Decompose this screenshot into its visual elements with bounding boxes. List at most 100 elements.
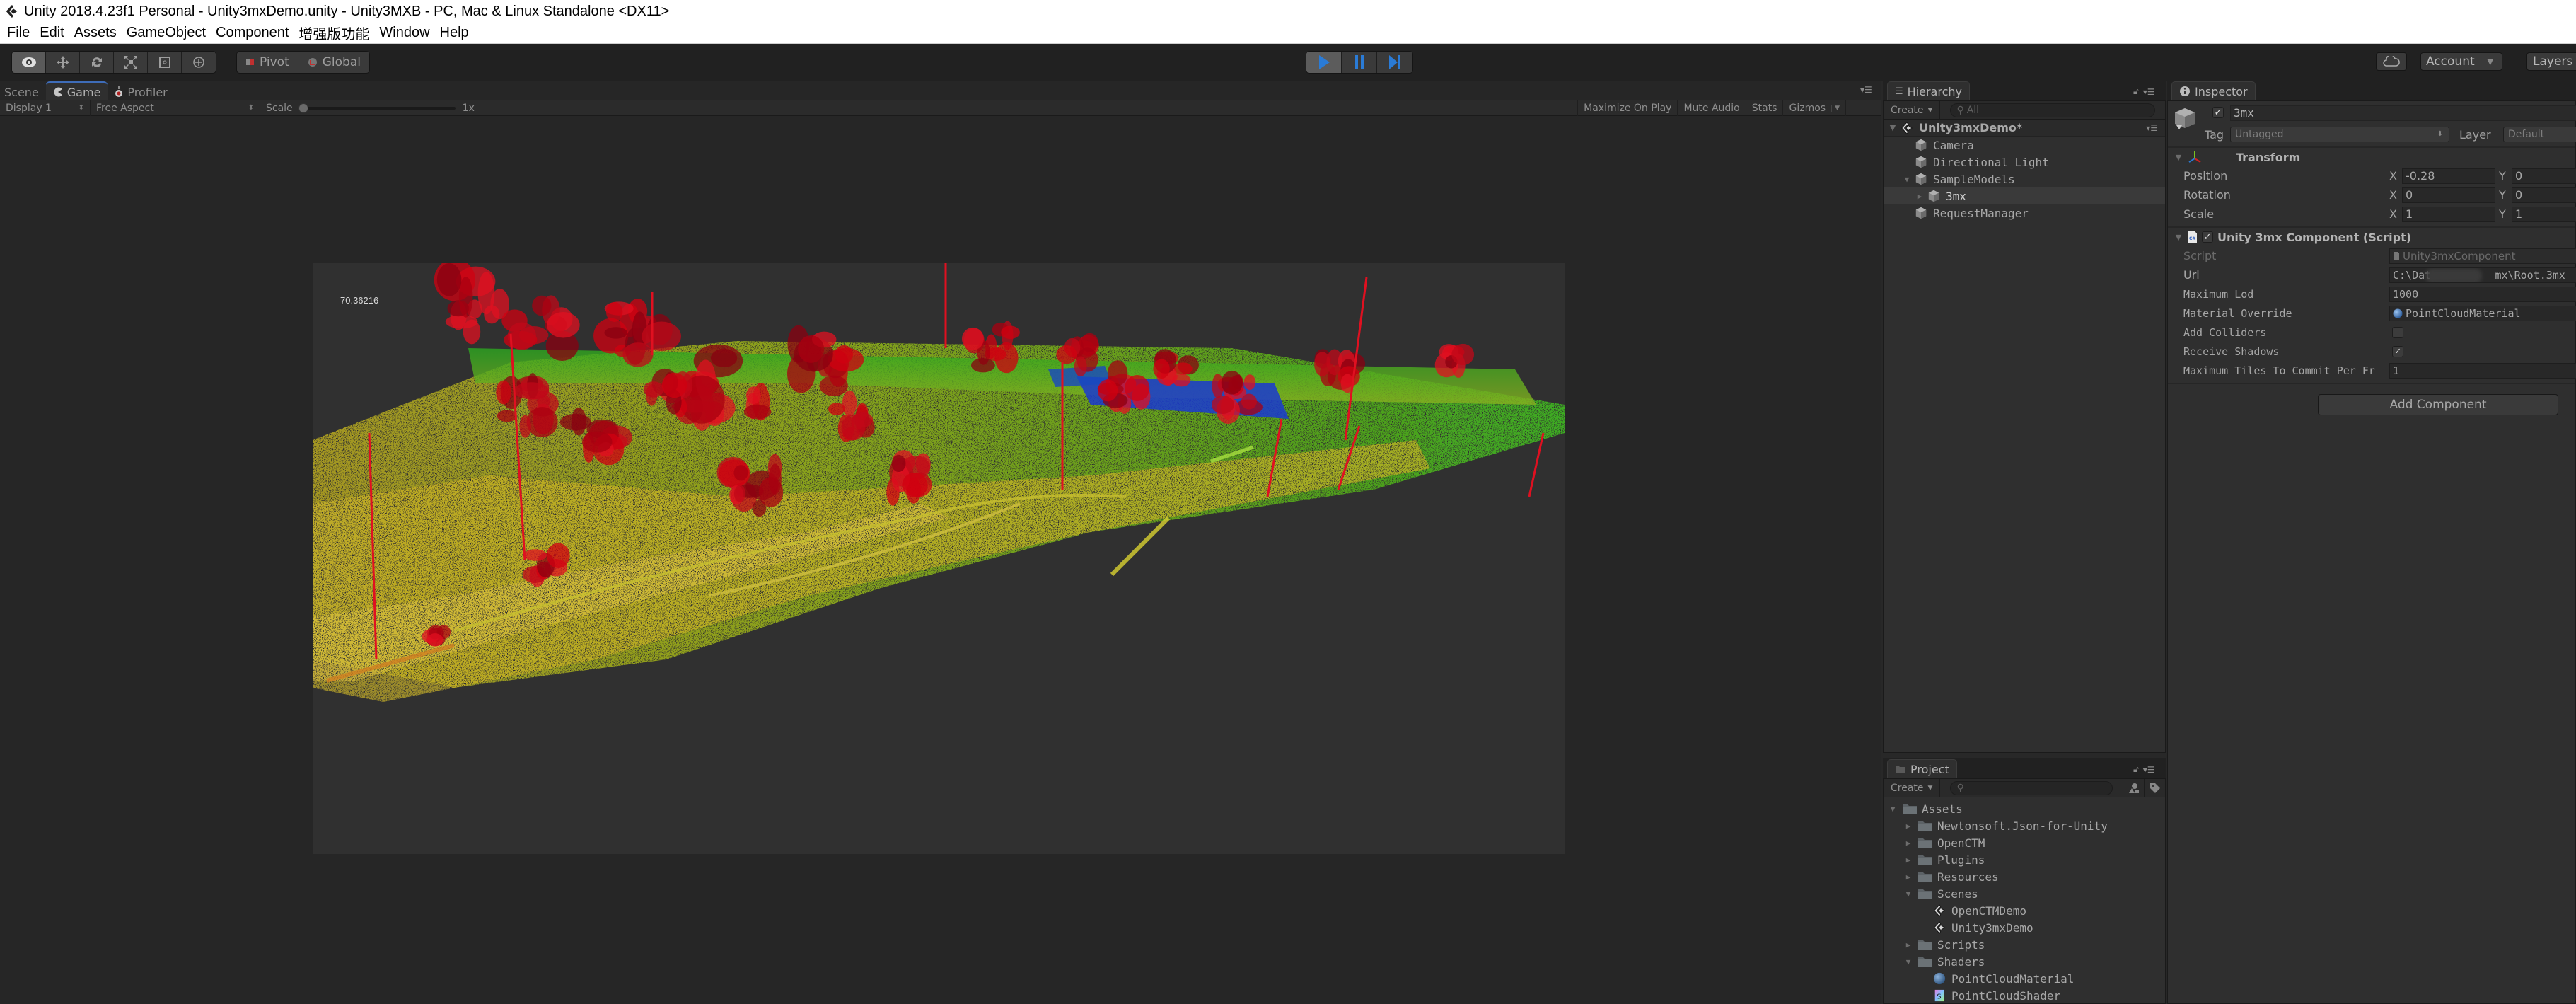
view-tool-button[interactable]: [12, 52, 46, 73]
y-value-input[interactable]: 1: [2512, 206, 2576, 222]
tag-select[interactable]: Untagged ⬍: [2230, 127, 2449, 142]
tab-inspector[interactable]: Inspector: [2171, 81, 2256, 100]
component-enabled-checkbox[interactable]: ✓: [2202, 231, 2213, 243]
panel-menu-icon[interactable]: ▾☰: [2146, 123, 2158, 133]
project-search-input[interactable]: ⚲: [1950, 780, 2113, 795]
expand-triangle-icon[interactable]: ▼: [1903, 889, 1913, 899]
project-item[interactable]: ▼ Scenes: [1884, 885, 2165, 902]
stats-toggle[interactable]: Stats: [1746, 100, 1784, 116]
scale-slider-knob[interactable]: [298, 103, 308, 113]
project-item[interactable]: S PointCloudShader: [1884, 987, 2165, 1004]
maximize-on-play-toggle[interactable]: Maximize On Play: [1577, 100, 1678, 116]
receive-shadows-checkbox[interactable]: ✓: [2392, 345, 2403, 357]
project-create-button[interactable]: Create ▼: [1884, 778, 1941, 797]
y-axis-label[interactable]: Y: [2499, 169, 2509, 183]
menu-window[interactable]: Window: [376, 25, 436, 41]
tab-profiler[interactable]: Profiler: [108, 83, 174, 100]
rect-tool-button[interactable]: [148, 52, 182, 73]
y-value-input[interactable]: 0: [2512, 187, 2576, 203]
expand-triangle-icon[interactable]: ▼: [2174, 153, 2183, 162]
game-render-frame[interactable]: 70.36216: [313, 263, 1565, 854]
gizmos-dropdown[interactable]: Gizmos ▼: [1783, 100, 1846, 116]
game-panel-menu[interactable]: ▾☰: [1860, 85, 1872, 95]
project-item[interactable]: ▼ Assets: [1884, 800, 2165, 817]
play-button[interactable]: [1306, 52, 1342, 73]
project-item[interactable]: ▶ OpenCTM: [1884, 834, 2165, 851]
url-input[interactable]: C:\Dat mx\Root.3mx: [2389, 267, 2576, 283]
menu-gameobject[interactable]: GameObject: [124, 25, 213, 41]
collapse-triangle-icon[interactable]: ▶: [1915, 192, 1925, 201]
menu-enhanced-features[interactable]: 增强版功能: [296, 23, 376, 43]
hierarchy-create-button[interactable]: Create ▼: [1884, 100, 1941, 120]
tab-scene[interactable]: Scene: [0, 83, 46, 100]
collapse-triangle-icon[interactable]: ▶: [1903, 940, 1913, 950]
y-value-input[interactable]: 0: [2512, 168, 2576, 184]
lock-icon[interactable]: 🔓︎: [2133, 86, 2139, 97]
cloud-button[interactable]: [2376, 52, 2407, 71]
max-tiles-input[interactable]: 1: [2389, 362, 2576, 379]
transform-tool-button[interactable]: [182, 52, 216, 73]
expand-triangle-icon[interactable]: ▼: [1888, 123, 1898, 132]
project-item[interactable]: PointCloudMaterial: [1884, 970, 2165, 987]
gameobject-name-input[interactable]: 3mx: [2230, 105, 2576, 121]
project-panel-menu[interactable]: 🔓︎ ▾☰: [2133, 764, 2155, 775]
step-button[interactable]: [1377, 52, 1412, 73]
account-dropdown[interactable]: Account ▼: [2420, 52, 2502, 71]
gameobject-cube-icon[interactable]: [2174, 107, 2196, 131]
gameobject-active-checkbox[interactable]: ✓: [2212, 107, 2224, 118]
collapse-triangle-icon[interactable]: ▶: [1903, 838, 1913, 848]
hierarchy-item[interactable]: ▶ 3mx: [1884, 187, 2165, 204]
y-axis-label[interactable]: Y: [2499, 188, 2509, 202]
script-field[interactable]: Unity3mxComponent: [2389, 248, 2576, 264]
tab-hierarchy[interactable]: ☰ Hierarchy: [1887, 81, 1970, 100]
pause-button[interactable]: [1342, 52, 1377, 73]
project-item[interactable]: ▶ Newtonsoft.Json-for-Unity: [1884, 817, 2165, 834]
project-item[interactable]: ▶ Scripts: [1884, 936, 2165, 953]
add-component-button[interactable]: Add Component: [2318, 394, 2558, 415]
menu-edit[interactable]: Edit: [37, 25, 71, 41]
scene-root-row[interactable]: ▼ Unity3mxDemo* ▾☰: [1884, 120, 2165, 137]
display-select[interactable]: Display 1 ⬍: [0, 100, 91, 116]
collapse-triangle-icon[interactable]: ▶: [1903, 855, 1913, 865]
collapse-triangle-icon[interactable]: ▶: [1903, 821, 1913, 831]
collapse-triangle-icon[interactable]: ▶: [1903, 872, 1913, 882]
expand-triangle-icon[interactable]: ▼: [1903, 957, 1913, 967]
x-axis-label[interactable]: X: [2389, 169, 2399, 183]
move-tool-button[interactable]: [46, 52, 80, 73]
hierarchy-item[interactable]: Camera: [1884, 137, 2165, 154]
x-axis-label[interactable]: X: [2389, 188, 2399, 202]
x-value-input[interactable]: 0: [2402, 187, 2495, 203]
filter-by-type-button[interactable]: [2123, 778, 2144, 797]
hierarchy-item[interactable]: RequestManager: [1884, 204, 2165, 221]
x-value-input[interactable]: -0.28: [2402, 168, 2495, 184]
y-axis-label[interactable]: Y: [2499, 207, 2509, 221]
pivot-button[interactable]: Pivot: [237, 52, 298, 73]
hierarchy-search-input[interactable]: ⚲ All: [1950, 103, 2155, 117]
maximum-lod-input[interactable]: 1000: [2389, 286, 2576, 302]
menu-file[interactable]: File: [4, 25, 37, 41]
add-colliders-checkbox[interactable]: [2392, 326, 2403, 338]
project-item[interactable]: Unity3mxDemo: [1884, 919, 2165, 936]
menu-assets[interactable]: Assets: [71, 25, 124, 41]
project-item[interactable]: ▶ Plugins: [1884, 851, 2165, 868]
global-button[interactable]: Global: [298, 52, 369, 73]
rotate-tool-button[interactable]: [80, 52, 114, 73]
expand-triangle-icon[interactable]: ▼: [1902, 175, 1912, 184]
unity3mx-component-header[interactable]: ▼ C# ✓ Unity 3mx Component (Script): [2168, 228, 2575, 246]
tab-game[interactable]: Game: [45, 81, 108, 100]
scale-slider[interactable]: [298, 103, 456, 113]
scale-tool-button[interactable]: [114, 52, 148, 73]
lock-icon[interactable]: 🔓︎: [2133, 764, 2139, 775]
project-item[interactable]: ▶ Resources: [1884, 868, 2165, 885]
aspect-select[interactable]: Free Aspect ⬍: [91, 100, 260, 116]
x-value-input[interactable]: 1: [2402, 206, 2495, 222]
tab-project[interactable]: Project: [1887, 759, 1957, 778]
layer-select[interactable]: Default: [2503, 127, 2576, 142]
layers-dropdown[interactable]: Layers: [2526, 52, 2576, 71]
expand-triangle-icon[interactable]: ▼: [2174, 233, 2183, 242]
project-item[interactable]: OpenCTMDemo: [1884, 902, 2165, 919]
hierarchy-item[interactable]: ▼ SampleModels: [1884, 171, 2165, 187]
project-item[interactable]: ▼ Shaders: [1884, 953, 2165, 970]
x-axis-label[interactable]: X: [2389, 207, 2399, 221]
material-override-field[interactable]: PointCloudMaterial: [2389, 305, 2576, 321]
